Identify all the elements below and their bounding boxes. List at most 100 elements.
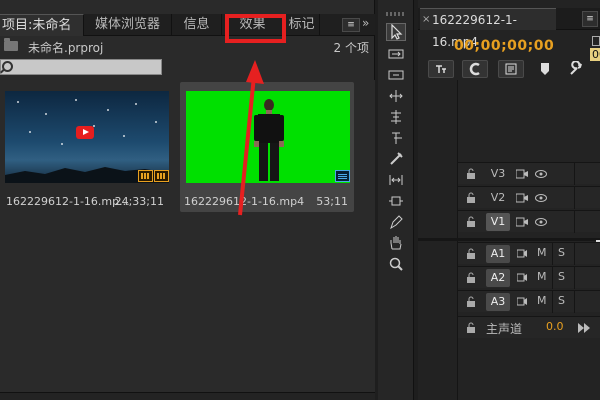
razor-tool[interactable] [386, 129, 406, 147]
rolling-edit-icon [389, 90, 403, 102]
track-v2[interactable]: V2 [458, 186, 600, 209]
sync-lock-icon[interactable] [517, 297, 527, 308]
slide-tool[interactable] [386, 171, 406, 189]
track-a1[interactable]: A1 M S [458, 242, 600, 265]
lock-icon[interactable] [466, 296, 476, 308]
item-count: 2 个项 [333, 41, 369, 55]
track-divider [574, 211, 575, 233]
lock-icon[interactable] [466, 322, 476, 334]
tab-project[interactable]: 项目:未命名 [0, 14, 84, 36]
timeline-panel: × 162229612-1-16.mp4 ≡ 00;00;00;00 00 V3… [418, 0, 600, 400]
solo-button[interactable]: S [558, 246, 565, 259]
track-label[interactable]: A3 [486, 293, 510, 311]
sync-lock-icon[interactable] [517, 273, 527, 284]
project-bin: 162229612-1-16.mp... 24;33;11 162229612-… [0, 80, 375, 392]
track-v3[interactable]: V3 [458, 162, 600, 185]
project-panel: 项目:未命名 媒体浏览器 信息 效果 标记 ≡ » 未命名.prproj 2 个… [0, 0, 375, 400]
nest-icon [436, 65, 446, 73]
close-icon[interactable]: × [422, 9, 430, 31]
rate-stretch-tool[interactable] [386, 108, 406, 126]
mute-button[interactable]: M [537, 270, 547, 283]
snap-button[interactable] [462, 60, 488, 78]
solo-button[interactable]: S [558, 270, 565, 283]
eye-icon[interactable] [535, 170, 547, 178]
tab-overflow-icon[interactable]: » [362, 16, 369, 30]
track-divider [574, 187, 575, 209]
sync-lock-icon[interactable] [516, 193, 528, 203]
wrench-icon[interactable] [568, 61, 584, 77]
track-master[interactable]: 主声道 0.0 [458, 316, 600, 338]
timeline-tab-bar: × 162229612-1-16.mp4 ≡ [418, 8, 600, 49]
hand-tool[interactable] [386, 234, 406, 252]
track-select-icon [388, 49, 404, 59]
eye-icon[interactable] [535, 218, 547, 226]
track-label[interactable]: V1 [486, 213, 510, 231]
razor-icon [392, 132, 402, 144]
track-divider [574, 267, 575, 289]
video-audio-separator[interactable] [418, 238, 600, 241]
lock-icon[interactable] [466, 168, 476, 180]
track-divider [552, 267, 553, 289]
pen-tool[interactable] [386, 213, 406, 231]
selection-tool[interactable] [386, 23, 406, 41]
clip-item-night-sky[interactable]: 162229612-1-16.mp... 24;33;11 [2, 82, 170, 212]
tab-sequence[interactable]: × 162229612-1-16.mp4 [420, 8, 556, 49]
track-label[interactable]: V2 [486, 189, 510, 207]
panel-tab-bar: 项目:未命名 媒体浏览器 信息 效果 标记 ≡ » [0, 14, 375, 36]
sync-lock-icon[interactable] [516, 169, 528, 179]
tab-media-browser[interactable]: 媒体浏览器 [84, 14, 172, 36]
slip-tool[interactable] [386, 150, 406, 168]
mute-button[interactable]: M [537, 294, 547, 307]
audio-waveform-icon [154, 170, 169, 182]
annotation-highlight-box [225, 14, 286, 43]
add-marker-icon[interactable] [540, 62, 550, 76]
eye-icon[interactable] [535, 194, 547, 202]
track-v1[interactable]: V1 [458, 210, 600, 233]
lock-icon[interactable] [466, 272, 476, 284]
project-header: 未命名.prproj 2 个项 [0, 36, 375, 58]
track-label[interactable]: A1 [486, 245, 510, 263]
go-to-end-icon[interactable] [578, 323, 590, 333]
sync-lock-icon[interactable] [516, 217, 528, 227]
clip-name: 162229612-1-16.mp... [6, 195, 130, 208]
rolling-edit-tool[interactable] [386, 87, 406, 105]
track-divider [574, 163, 575, 185]
search-input[interactable] [0, 59, 162, 75]
clip-thumbnail[interactable] [5, 91, 169, 183]
insert-nest-button[interactable] [428, 60, 454, 78]
slide-edit-tool[interactable] [386, 192, 406, 210]
master-volume-value[interactable]: 0.0 [546, 320, 564, 333]
folder-icon[interactable] [4, 38, 18, 51]
timeline-menu-button[interactable]: ≡ [582, 11, 598, 27]
lock-icon[interactable] [466, 216, 476, 228]
track-label[interactable]: V3 [486, 165, 510, 183]
tools-panel [378, 0, 414, 400]
playhead-timecode[interactable]: 00;00;00;00 [454, 38, 554, 54]
track-divider [552, 291, 553, 313]
panel-grip[interactable] [386, 12, 406, 16]
lock-icon[interactable] [466, 192, 476, 204]
track-a3[interactable]: A3 M S [458, 290, 600, 313]
project-bottom-bar [0, 392, 375, 400]
track-select-tool[interactable] [386, 45, 406, 63]
project-filename: 未命名.prproj [28, 41, 104, 55]
track-divider [552, 243, 553, 265]
linked-selection-button[interactable] [498, 60, 524, 78]
mute-button[interactable]: M [537, 246, 547, 259]
zoom-tool[interactable] [386, 255, 406, 273]
tab-info[interactable]: 信息 [172, 14, 222, 36]
lock-icon[interactable] [466, 248, 476, 260]
search-icon [2, 61, 13, 72]
play-icon[interactable] [76, 126, 94, 139]
slip-icon [389, 175, 403, 185]
razor-blade-icon [390, 152, 403, 165]
track-label[interactable]: A2 [486, 269, 510, 287]
solo-button[interactable]: S [558, 294, 565, 307]
tab-markers[interactable]: 标记 [284, 14, 320, 36]
master-track-label: 主声道 [486, 322, 523, 336]
sync-lock-icon[interactable] [517, 249, 527, 260]
track-divider [574, 291, 575, 313]
track-a2[interactable]: A2 M S [458, 266, 600, 289]
panel-menu-button[interactable]: ≡ [342, 18, 360, 32]
ripple-edit-tool[interactable] [386, 66, 406, 84]
